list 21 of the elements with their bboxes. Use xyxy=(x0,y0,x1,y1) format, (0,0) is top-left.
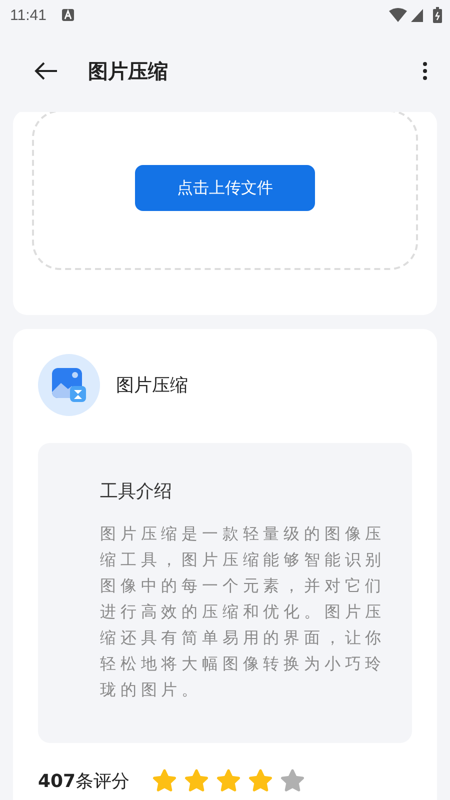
more-menu-button[interactable] xyxy=(420,59,430,83)
status-time: 11:41 xyxy=(10,6,46,24)
wifi-icon xyxy=(389,8,407,22)
star-icon xyxy=(280,769,305,793)
star-icon xyxy=(216,769,241,793)
back-button[interactable] xyxy=(32,60,60,82)
page-title: 图片压缩 xyxy=(88,58,169,84)
back-arrow-icon xyxy=(34,62,58,80)
upload-drop-zone[interactable]: 点击上传文件 xyxy=(32,112,418,270)
rating-count: 407条评分 xyxy=(38,770,130,793)
star-icon xyxy=(152,769,177,793)
intro-text: 图片压缩是一款轻量级的图像压缩工具，图片压缩能够智能识别图像中的每一个元素，并对它们进行高效的压缩和优化。图片压缩还具有简单易用的界面，让你轻松地将大幅图像转换为小巧玲珑的图片。 xyxy=(100,523,387,701)
signal-icon xyxy=(411,8,423,22)
intro-title: 工具介绍 xyxy=(100,480,173,503)
star-icon xyxy=(248,769,273,793)
notification-icon xyxy=(62,9,74,21)
more-icon xyxy=(422,61,428,81)
battery-icon xyxy=(433,7,442,23)
upload-button[interactable]: 点击上传文件 xyxy=(135,165,315,211)
star-icon xyxy=(184,769,209,793)
tool-name: 图片压缩 xyxy=(116,374,188,397)
